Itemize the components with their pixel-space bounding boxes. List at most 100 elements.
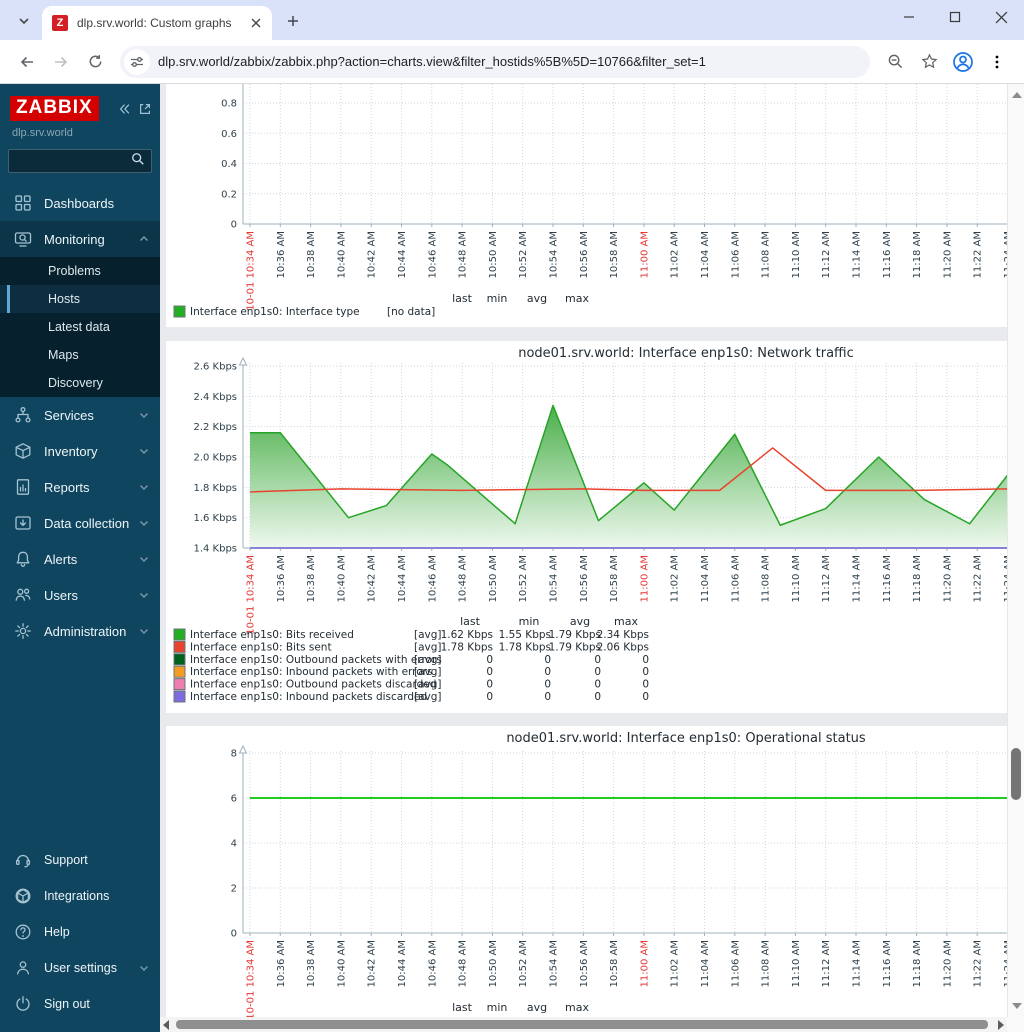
scroll-up-arrow[interactable] <box>1012 92 1022 98</box>
undock-sidebar-icon[interactable] <box>138 102 152 116</box>
sidebar-item-label: Help <box>44 925 70 939</box>
address-bar[interactable]: dlp.srv.world/zabbix/zabbix.php?action=c… <box>120 46 870 78</box>
sidebar-item-label: Dashboards <box>44 196 114 211</box>
window-minimize-button[interactable] <box>886 0 932 34</box>
legend-value: 0 <box>544 654 551 666</box>
chevron-down-icon <box>138 409 150 421</box>
url-text: dlp.srv.world/zabbix/zabbix.php?action=c… <box>158 54 706 69</box>
server-name: dlp.srv.world <box>0 121 160 147</box>
sidebar-item-sign-out[interactable]: Sign out <box>0 986 160 1022</box>
chart-panel-node01-srv-world-interface-enp1s0-operational-status[interactable]: node01.srv.world: Interface enp1s0: Oper… <box>166 726 1007 1017</box>
browser-tab[interactable]: Z dlp.srv.world: Custom graphs <box>42 6 272 40</box>
legend-function-label: [avg] <box>414 691 442 703</box>
sidebar-item-users[interactable]: Users <box>0 577 160 613</box>
x-axis-time-label: 10:38 AM <box>306 555 317 602</box>
vertical-scrollbar[interactable] <box>1007 84 1024 1017</box>
data-collection-icon <box>14 514 32 532</box>
browser-menu-button[interactable] <box>982 47 1012 77</box>
sidebar-item-integrations[interactable]: Integrations <box>0 878 160 914</box>
sidebar-item-maps[interactable]: Maps <box>0 341 160 369</box>
y-axis-tick-label: 2.4 Kbps <box>193 392 237 403</box>
window-maximize-button[interactable] <box>932 0 978 34</box>
chart-panel-interface-type[interactable]: 00.20.40.60.810-01 10:34 AM10:36 AM10:38… <box>166 84 1007 327</box>
x-axis-time-label: 11:18 AM <box>912 555 923 602</box>
chart-svg[interactable]: node01.srv.world: Interface enp1s0: Netw… <box>166 341 1007 713</box>
vertical-scroll-thumb[interactable] <box>1011 748 1021 800</box>
tab-close-icon[interactable] <box>248 15 264 31</box>
sidebar-item-alerts[interactable]: Alerts <box>0 541 160 577</box>
legend-function-label: [no data] <box>387 306 435 318</box>
forward-button[interactable] <box>46 47 76 77</box>
x-axis-time-label: 10:40 AM <box>336 231 347 278</box>
sidebar-search[interactable] <box>8 149 152 173</box>
x-axis-time-label: 11:16 AM <box>882 231 893 278</box>
sidebar-item-administration[interactable]: Administration <box>0 613 160 649</box>
reload-button[interactable] <box>80 47 110 77</box>
x-axis-time-label: 11:12 AM <box>821 555 832 602</box>
x-axis-time-label: 10:46 AM <box>427 555 438 602</box>
sidebar-item-problems[interactable]: Problems <box>0 257 160 285</box>
sidebar-item-label: User settings <box>44 961 117 975</box>
scroll-right-arrow[interactable] <box>998 1020 1004 1030</box>
sidebar-item-dashboards[interactable]: Dashboards <box>0 185 160 221</box>
browser-toolbar: dlp.srv.world/zabbix/zabbix.php?action=c… <box>0 40 1024 84</box>
legend-value: 1.78 Kbps <box>441 641 493 653</box>
sidebar-item-support[interactable]: Support <box>0 842 160 878</box>
sidebar-search-input[interactable] <box>15 154 131 168</box>
scroll-down-arrow[interactable] <box>1012 1003 1022 1009</box>
y-axis-tick-label: 0 <box>231 929 237 940</box>
legend-series-label: Interface enp1s0: Inbound packets discar… <box>190 691 427 703</box>
legend-series-label: Interface enp1s0: Inbound packets with e… <box>190 666 432 678</box>
sidebar-item-help[interactable]: Help <box>0 914 160 950</box>
x-axis-time-label: 11:04 AM <box>700 555 711 602</box>
x-axis-time-label: 11:22 AM <box>973 231 984 278</box>
collapse-sidebar-icon[interactable] <box>117 102 132 116</box>
chart-panel-node01-srv-world-interface-enp1s0-network-traffic[interactable]: node01.srv.world: Interface enp1s0: Netw… <box>166 341 1007 713</box>
zoom-out-indicator-icon[interactable] <box>880 47 910 77</box>
x-axis-time-label: 10:40 AM <box>336 940 347 987</box>
sidebar-item-reports[interactable]: Reports <box>0 469 160 505</box>
horizontal-scrollbar[interactable] <box>160 1017 1007 1032</box>
sidebar-item-data-collection[interactable]: Data collection <box>0 505 160 541</box>
new-tab-button[interactable] <box>280 8 306 34</box>
chart-svg[interactable]: node01.srv.world: Interface enp1s0: Oper… <box>166 726 1007 1017</box>
legend-value: 0 <box>642 666 649 678</box>
sidebar-item-monitoring[interactable]: Monitoring <box>0 221 160 257</box>
horizontal-scroll-thumb[interactable] <box>176 1020 988 1029</box>
legend-swatch <box>174 306 185 317</box>
legend-function-label: [avg] <box>414 641 442 653</box>
sign-out-icon <box>14 995 32 1013</box>
x-axis-time-label: 10:54 AM <box>549 231 560 278</box>
sidebar-item-hosts[interactable]: Hosts <box>0 285 160 313</box>
scroll-left-arrow[interactable] <box>163 1020 169 1030</box>
x-axis-time-label: 11:08 AM <box>761 940 772 987</box>
back-button[interactable] <box>12 47 42 77</box>
sidebar-item-user-settings[interactable]: User settings <box>0 950 160 986</box>
sidebar-item-inventory[interactable]: Inventory <box>0 433 160 469</box>
y-axis-tick-label: 6 <box>231 794 237 805</box>
bookmark-star-icon[interactable] <box>914 47 944 77</box>
sidebar-item-services[interactable]: Services <box>0 397 160 433</box>
tab-search-button[interactable] <box>10 7 38 35</box>
x-axis-time-label: 10:48 AM <box>458 940 469 987</box>
legend-header-avg: avg <box>527 292 547 305</box>
x-axis-time-label: 10:38 AM <box>306 940 317 987</box>
site-settings-icon[interactable] <box>124 49 150 75</box>
sidebar-item-latest-data[interactable]: Latest data <box>0 313 160 341</box>
y-axis-tick-label: 1.8 Kbps <box>193 483 237 494</box>
chart-svg[interactable]: 00.20.40.60.810-01 10:34 AM10:36 AM10:38… <box>166 84 1007 327</box>
legend-function-label: [avg] <box>414 629 442 641</box>
x-axis-time-label: 11:16 AM <box>882 555 893 602</box>
x-axis-time-label: 11:20 AM <box>942 940 953 987</box>
profile-avatar[interactable] <box>948 47 978 77</box>
zabbix-logo[interactable]: ZABBIX <box>10 96 99 121</box>
x-axis-time-label: 10:40 AM <box>336 555 347 602</box>
sidebar-item-discovery[interactable]: Discovery <box>0 369 160 397</box>
services-icon <box>14 406 32 424</box>
x-axis-time-label: 11:14 AM <box>852 940 863 987</box>
legend-value: 2.34 Kbps <box>597 629 649 641</box>
legend-series-label: Interface enp1s0: Bits sent <box>190 641 332 653</box>
window-close-button[interactable] <box>978 0 1024 34</box>
reload-icon <box>87 53 104 70</box>
legend-value: 0 <box>642 691 649 703</box>
